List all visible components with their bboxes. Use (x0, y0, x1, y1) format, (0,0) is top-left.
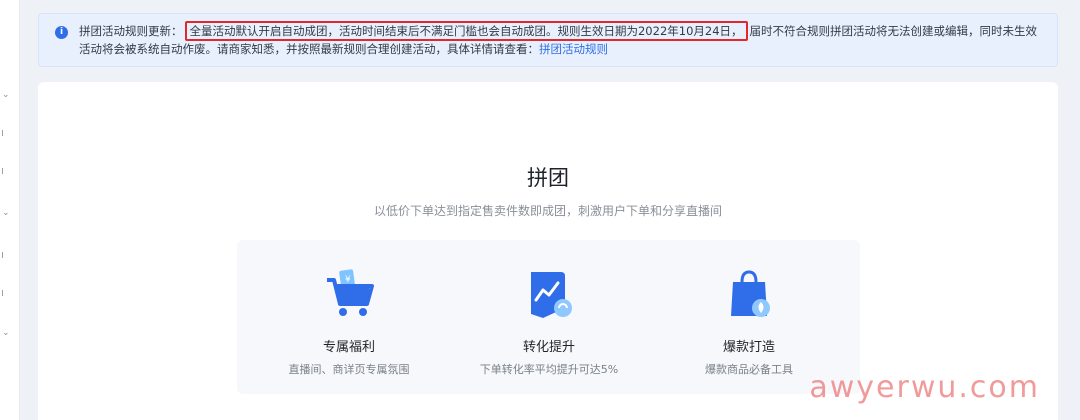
notice-highlight: 全量活动默认开启自动成团，活动时间结束后不满足门槛也会自动成团。规则生效日期为2… (184, 21, 748, 41)
sidebar-fragment (2, 290, 6, 296)
rule-update-notice: i 拼团活动规则更新： 全量活动默认开启自动成团，活动时间结束后不满足门槛也会自动… (38, 13, 1058, 67)
feature-title: 转化提升 (522, 340, 575, 355)
feature-hot-product: 爆款打造 爆款商品必备工具 (649, 266, 849, 377)
shopping-cart-icon: ¥ (321, 266, 377, 322)
sidebar-fragment (2, 168, 6, 174)
chevron-down-icon[interactable]: ⌄ (2, 90, 10, 100)
feature-title: 爆款打造 (722, 340, 775, 355)
sidebar: ⌄ ⌄ ⌄ (0, 0, 20, 420)
sidebar-fragment (2, 130, 6, 136)
page-title: 拼团 (527, 166, 569, 190)
rules-link[interactable]: 拼团活动规则 (539, 42, 608, 56)
conversion-chart-icon (521, 266, 577, 322)
sidebar-fragment (2, 252, 6, 258)
feature-conversion-boost: 转化提升 下单转化率平均提升可达5% (449, 266, 649, 377)
shopping-bag-icon (721, 266, 777, 322)
info-icon: i (55, 26, 68, 39)
feature-title: 专属福利 (322, 340, 375, 355)
feature-desc: 直播间、商详页专属氛围 (288, 363, 410, 376)
feature-list: ¥ 专属福利 直播间、商详页专属氛围 转化提升 下单转化率平均提升可达5% 爆款… (237, 240, 860, 394)
watermark: awyerwu.com (809, 370, 1040, 405)
feature-desc: 下单转化率平均提升可达5% (479, 363, 619, 376)
chevron-down-icon[interactable]: ⌄ (2, 208, 10, 218)
feature-exclusive-benefits: ¥ 专属福利 直播间、商详页专属氛围 (249, 266, 449, 377)
notice-prefix: 拼团活动规则更新： (79, 24, 183, 38)
svg-text:¥: ¥ (345, 275, 351, 285)
page-subtitle: 以低价下单达到指定售卖件数即成团，刺激用户下单和分享直播间 (373, 204, 722, 218)
chevron-down-icon[interactable]: ⌄ (2, 328, 10, 338)
